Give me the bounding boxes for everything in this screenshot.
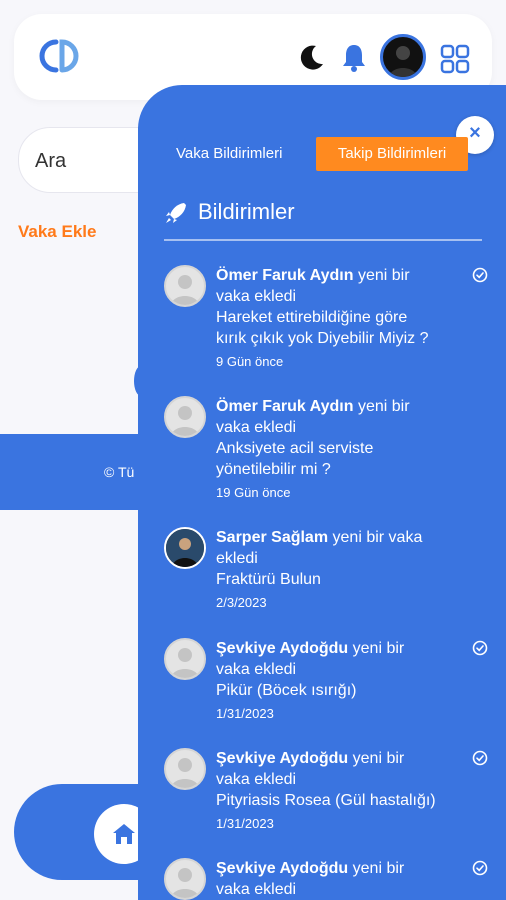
notification-action: yeni bir	[352, 750, 405, 767]
search-placeholder: Ara	[35, 150, 67, 172]
notification-text: Şevkiye Aydoğdu yeni bir vaka ekledi	[216, 858, 456, 900]
notification-author: Şevkiye Aydoğdu	[216, 860, 349, 877]
read-check-icon	[472, 640, 488, 656]
rocket-icon	[166, 203, 186, 223]
notification-author: Ömer Faruk Aydın	[216, 398, 354, 415]
placeholder-avatar	[164, 396, 206, 438]
notification-text: Ömer Faruk Aydın yeni bir vaka ekledi An…	[216, 396, 456, 503]
tab-case-notifications[interactable]: Vaka Bildirimleri	[176, 137, 282, 171]
placeholder-avatar	[164, 748, 206, 790]
notification-action-cont: vaka ekledi	[216, 771, 297, 788]
placeholder-avatar	[164, 638, 206, 680]
user-photo-icon	[389, 46, 417, 77]
placeholder-avatar	[164, 858, 206, 900]
notification-case-title: Pikür (Böcek ısırığı)	[216, 682, 357, 699]
photo-avatar	[164, 527, 206, 569]
read-check-icon	[472, 750, 488, 766]
user-placeholder-icon	[171, 275, 199, 305]
notification-time: 1/31/2023	[216, 816, 274, 831]
notification-case-title: Hareket ettirebildiğine göre	[216, 309, 408, 326]
notification-text: Sarper Sağlam yeni bir vaka ekledi Frakt…	[216, 527, 456, 613]
tab-follow-notifications[interactable]: Takip Bildirimleri	[316, 137, 468, 171]
notification-action-cont: ekledi	[216, 550, 258, 567]
footer-text: © Tü	[104, 464, 135, 480]
notification-action: yeni bir	[357, 267, 410, 284]
notification-action-cont: vaka ekledi	[216, 661, 297, 678]
notification-case-title: Anksiyete acil serviste	[216, 440, 374, 457]
panel-title: Bildirimler	[198, 199, 295, 224]
notification-case-title-cont: kırık çıkık yok Diyebilir Miyiz ?	[216, 330, 429, 347]
notification-text: Şevkiye Aydoğdu yeni bir vaka ekledi Pit…	[216, 748, 466, 834]
notification-author: Sarper Sağlam	[216, 529, 329, 546]
notifications-panel: × Vaka Bildirimleri Takip Bildirimleri B…	[138, 85, 506, 900]
notification-action-cont: vaka ekledi	[216, 288, 297, 305]
notification-time: 19 Gün önce	[216, 485, 291, 500]
user-photo-icon	[166, 529, 204, 567]
notification-author: Şevkiye Aydoğdu	[216, 640, 349, 657]
user-placeholder-icon	[171, 758, 199, 788]
notification-action-cont: vaka ekledi	[216, 881, 297, 898]
read-check-icon	[472, 267, 488, 283]
notification-text: Şevkiye Aydoğdu yeni bir vaka ekledi Pik…	[216, 638, 456, 724]
notification-action: yeni bir vaka	[332, 529, 423, 546]
title-divider	[164, 239, 482, 241]
notification-action-cont: vaka ekledi	[216, 419, 297, 436]
notification-author: Şevkiye Aydoğdu	[216, 750, 349, 767]
notification-case-title: Pityriasis Rosea (Gül hastalığı)	[216, 792, 436, 809]
dark-mode-moon-icon[interactable]	[296, 42, 326, 72]
notification-time: 1/31/2023	[216, 706, 274, 721]
user-placeholder-icon	[171, 868, 199, 898]
notification-time: 9 Gün önce	[216, 354, 284, 369]
notification-bell-icon[interactable]	[340, 42, 368, 74]
notification-action: yeni bir	[352, 640, 405, 657]
notification-action: yeni bir	[352, 860, 405, 877]
notification-action: yeni bir	[357, 398, 410, 415]
user-placeholder-icon	[171, 406, 199, 436]
notification-time: 2/3/2023	[216, 595, 267, 610]
home-icon	[113, 824, 135, 844]
user-placeholder-icon	[171, 648, 199, 678]
read-check-icon	[472, 860, 488, 876]
add-case-link[interactable]: Vaka Ekle	[18, 222, 96, 242]
user-avatar[interactable]	[380, 34, 426, 80]
notification-author: Ömer Faruk Aydın	[216, 267, 354, 284]
placeholder-avatar	[164, 265, 206, 307]
app-logo[interactable]	[34, 36, 94, 76]
notification-case-title-cont: yönetilebilir mi ?	[216, 461, 331, 478]
notification-case-title: Fraktürü Bulun	[216, 571, 321, 588]
apps-grid-icon[interactable]	[440, 44, 470, 74]
notification-text: Ömer Faruk Aydın yeni bir vaka ekledi Ha…	[216, 265, 456, 372]
